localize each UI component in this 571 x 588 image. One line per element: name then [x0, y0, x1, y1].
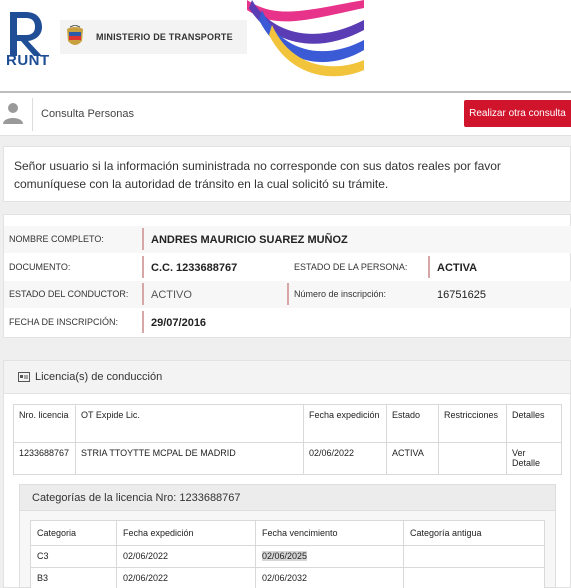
- name-label: NOMBRE COMPLETO:: [9, 234, 104, 244]
- column-header: Restricciones: [438, 404, 507, 443]
- old-category-cell: [403, 545, 545, 568]
- name-row: NOMBRE COMPLETO: ANDRES MAURICIO SUAREZ …: [4, 226, 571, 253]
- issue-date-cell: 02/06/2022: [116, 567, 256, 588]
- person-info: NOMBRE COMPLETO: ANDRES MAURICIO SUAREZ …: [3, 214, 571, 338]
- document-row: DOCUMENTO: C.C. 1233688767 ESTADO DE LA …: [4, 254, 571, 281]
- table-row: B3 02/06/2022 02/06/2032: [30, 567, 545, 588]
- ministry-banner: MINISTERIO DE TRANSPORTE: [60, 20, 249, 54]
- restrictions-cell: [438, 442, 507, 475]
- inscription-number-label: Número de inscripción:: [294, 289, 387, 299]
- table-header-row: Nro. licencia OT Expide Lic. Fecha exped…: [13, 404, 562, 443]
- issue-date-cell: 02/06/2022: [303, 442, 387, 475]
- issue-date-cell: 02/06/2022: [116, 545, 256, 568]
- expiry-date-cell: 02/06/2025: [255, 545, 404, 568]
- view-detail-link[interactable]: Ver Detalle: [506, 442, 562, 475]
- column-header: OT Expide Lic.: [75, 404, 304, 443]
- categories-table: Categoria Fecha expedición Fecha vencimi…: [30, 520, 545, 588]
- inscription-date-row: FECHA DE INSCRIPCIÓN: 29/07/2016: [4, 309, 571, 336]
- column-header: Fecha vencimiento: [255, 520, 404, 546]
- coat-of-arms-icon: [67, 25, 83, 45]
- licenses-header: Licencia(s) de conducción: [4, 361, 570, 394]
- column-header: Nro. licencia: [13, 404, 76, 443]
- expiry-date-cell: 02/06/2032: [255, 567, 404, 588]
- person-state-label: ESTADO DE LA PERSONA:: [294, 262, 408, 272]
- column-header: Detalles: [506, 404, 562, 443]
- header: RUNT MINISTERIO DE TRANSPORTE: [0, 0, 571, 93]
- expiry-date-highlight: 02/06/2025: [262, 551, 308, 561]
- category-cell: C3: [30, 545, 117, 568]
- notice-box: Señor usuario si la información suminist…: [3, 146, 571, 202]
- topbar: Consulta Personas Realizar otra consulta: [0, 93, 571, 136]
- document-label: DOCUMENTO:: [9, 262, 71, 272]
- licenses-title: Licencia(s) de conducción: [35, 371, 163, 383]
- inscription-date-label: FECHA DE INSCRIPCIÓN:: [9, 317, 119, 327]
- inscription-date-value: 29/07/2016: [151, 317, 207, 329]
- column-header: Categoría antigua: [403, 520, 545, 546]
- categories-header: Categorías de la licencia Nro: 123368876…: [20, 485, 555, 511]
- new-query-button[interactable]: Realizar otra consulta: [464, 100, 571, 127]
- topbar-separator: [32, 98, 33, 131]
- table-row: C3 02/06/2022 02/06/2025: [30, 545, 545, 568]
- state-cell: ACTIVA: [386, 442, 439, 475]
- user-icon: [3, 103, 23, 124]
- name-value: ANDRES MAURICIO SUAREZ MUÑOZ: [151, 234, 348, 246]
- category-cell: B3: [30, 567, 117, 588]
- document-value: C.C. 1233688767: [151, 262, 238, 274]
- driver-state-value: ACTIVO: [151, 289, 192, 301]
- field-divider: [142, 228, 144, 250]
- field-divider: [142, 311, 144, 333]
- issuer-cell: STRIA TTOYTTE MCPAL DE MADRID: [75, 442, 304, 475]
- field-divider: [287, 283, 289, 305]
- categories-title: Categorías de la licencia Nro: 123368876…: [32, 492, 241, 504]
- notice-text: Señor usuario si la información suminist…: [14, 159, 501, 191]
- license-card-icon: [18, 372, 30, 382]
- column-header: Estado: [386, 404, 439, 443]
- runt-label: RUNT: [6, 52, 50, 69]
- driver-row: ESTADO DEL CONDUCTOR: ACTIVO Número de i…: [4, 281, 571, 308]
- person-state-value: ACTIVA: [437, 262, 478, 274]
- field-divider: [142, 283, 144, 305]
- license-number-cell: 1233688767: [13, 442, 76, 475]
- column-header: Fecha expedición: [116, 520, 256, 546]
- page-title: Consulta Personas: [41, 108, 134, 120]
- column-header: Fecha expedición: [303, 404, 387, 443]
- inscription-number-value: 16751625: [437, 289, 486, 301]
- table-header-row: Categoria Fecha expedición Fecha vencimi…: [30, 520, 545, 546]
- field-divider: [142, 256, 144, 278]
- field-divider: [428, 256, 430, 278]
- old-category-cell: [403, 567, 545, 588]
- column-header: Categoria: [30, 520, 117, 546]
- decorative-waves-icon: [247, 0, 364, 82]
- licenses-table: Nro. licencia OT Expide Lic. Fecha exped…: [13, 404, 562, 475]
- table-row: 1233688767 STRIA TTOYTTE MCPAL DE MADRID…: [13, 442, 562, 475]
- ministry-label: MINISTERIO DE TRANSPORTE: [96, 32, 233, 42]
- driver-state-label: ESTADO DEL CONDUCTOR:: [9, 289, 129, 299]
